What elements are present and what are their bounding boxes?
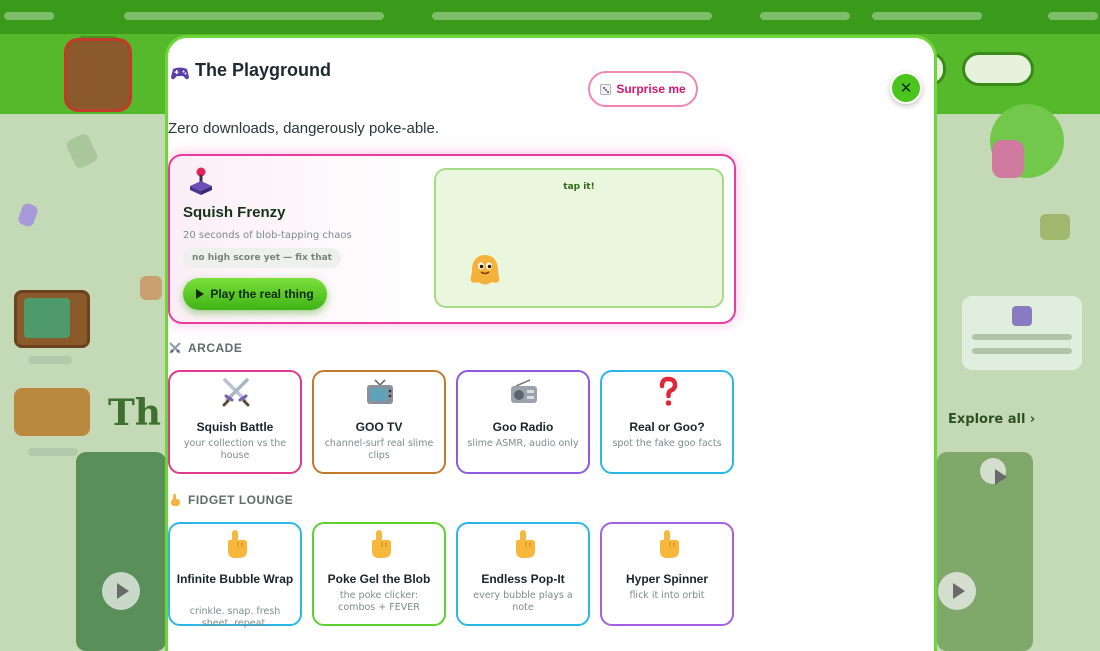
game-card-goo-tv[interactable]: GOO TV channel-surf real slime clips: [312, 370, 446, 474]
bg-explore-link: Explore all ›: [948, 412, 1036, 427]
bg-radio: [14, 388, 90, 436]
game-card-hyper-spinner[interactable]: Hyper Spinner flick it into orbit: [600, 522, 734, 626]
pointing-finger-icon: [660, 530, 679, 558]
tap-play-area[interactable]: tap it!: [434, 168, 724, 308]
game-card-title: GOO TV: [355, 420, 403, 434]
tap-hint: tap it!: [563, 182, 595, 192]
bg-ticker-item: [1048, 12, 1098, 20]
bg-video-card: [76, 452, 166, 651]
game-card-endless-pop-it[interactable]: Endless Pop-It every bubble plays a note: [456, 522, 590, 626]
game-card-title: Goo Radio: [492, 420, 554, 434]
tv-icon: [367, 379, 393, 404]
close-button[interactable]: ✕: [890, 72, 922, 104]
featured-game-description: 20 seconds of blob-tapping chaos: [183, 230, 352, 241]
dice-icon: [600, 83, 612, 95]
bg-decor-blob: [992, 140, 1024, 178]
bg-ticker-item: [4, 12, 54, 20]
pointing-finger-icon: [171, 494, 180, 506]
pointing-finger-icon: [516, 530, 535, 558]
close-icon: ✕: [899, 79, 913, 97]
game-card-title: Squish Battle: [196, 420, 274, 434]
high-score-badge: no high score yet — fix that: [183, 248, 341, 268]
game-card-description: every bubble plays a note: [473, 590, 573, 613]
playground-modal: The Playground Surprise me ✕ Zero downlo…: [165, 35, 937, 651]
bg-side-card-line: [972, 348, 1072, 354]
bg-side-card-line: [972, 334, 1072, 340]
bg-logo: [64, 38, 132, 112]
modal-subtitle: Zero downloads, dangerously poke-able.: [168, 120, 440, 137]
game-card-real-or-goo[interactable]: Real or Goo? spot the fake goo facts: [600, 370, 734, 474]
game-card-description: channel-surf real slime clips: [324, 438, 434, 461]
play-button-label: Play the real thing: [210, 287, 314, 301]
featured-game-card: Squish Frenzy 20 seconds of blob-tapping…: [168, 154, 736, 324]
game-card-goo-radio[interactable]: Goo Radio slime ASMR, audio only: [456, 370, 590, 474]
game-card-title: Real or Goo?: [629, 420, 705, 434]
game-card-infinite-bubble-wrap[interactable]: Infinite Bubble Wrap crinkle. snap. fres…: [168, 522, 302, 629]
game-card-poke-gel-the-blob[interactable]: Poke Gel the Blob the poke clicker: comb…: [312, 522, 446, 626]
fidget-lounge-section-heading: FIDGET LOUNGE: [168, 492, 293, 508]
game-card-description: your collection vs the house: [183, 438, 287, 461]
bg-ticker-item: [872, 12, 982, 20]
bg-ticker-item: [124, 12, 384, 20]
bg-play-icon: [980, 458, 1007, 485]
arcade-heading-label: ARCADE: [188, 341, 243, 355]
game-card-title: Infinite Bubble Wrap: [176, 572, 294, 586]
modal-title: The Playground: [195, 60, 332, 80]
bg-side-card-icon: [1012, 306, 1032, 326]
play-icon: [196, 289, 205, 299]
gamepad-icon: [171, 67, 189, 80]
bg-decor-item: [140, 276, 162, 300]
pointing-finger-icon: [228, 530, 247, 558]
bg-play-icon: [102, 572, 140, 610]
bg-decor-crystal: [16, 201, 40, 229]
bg-play-icon: [938, 572, 976, 610]
pointing-finger-icon: [372, 530, 391, 558]
game-card-description: spot the fake goo facts: [612, 438, 722, 449]
game-card-squish-battle[interactable]: Squish Battle your collection vs the hou…: [168, 370, 302, 474]
arcade-section-heading: ARCADE: [168, 340, 242, 356]
game-card-title: Poke Gel the Blob: [327, 572, 431, 586]
bg-header-pill: [962, 52, 1034, 86]
modal-header: The Playground Surprise me ✕: [168, 58, 934, 107]
game-card-description: crinkle. snap. fresh sheet. repeat.: [189, 606, 281, 629]
blob-target-icon[interactable]: [468, 252, 502, 286]
play-real-thing-button[interactable]: Play the real thing: [183, 278, 327, 310]
surprise-me-button[interactable]: Surprise me: [588, 71, 698, 107]
bg-ticker-item: [760, 12, 850, 20]
radio-icon: [511, 379, 537, 403]
bg-decor-icon: [1040, 214, 1070, 240]
game-card-title: Hyper Spinner: [625, 572, 709, 586]
game-card-description: the poke clicker: combos + FEVER: [338, 590, 420, 613]
game-card-title: Endless Pop-It: [481, 572, 565, 586]
bg-heading-fragment: Th: [108, 392, 161, 434]
bg-caption: [28, 356, 72, 364]
game-card-description: slime ASMR, audio only: [467, 438, 579, 449]
crossed-swords-icon: [169, 342, 181, 354]
question-mark-icon: [659, 376, 678, 406]
bg-tv-screen: [24, 298, 70, 338]
bg-caption: [28, 448, 78, 456]
bg-decor-leaf: [64, 132, 100, 170]
featured-game-title: Squish Frenzy: [183, 204, 286, 221]
surprise-me-label: Surprise me: [616, 82, 686, 96]
crossed-swords-icon: [222, 378, 250, 407]
bg-ticker: [0, 10, 1100, 24]
bg-ticker-item: [432, 12, 712, 20]
fidget-lounge-heading-label: FIDGET LOUNGE: [188, 493, 294, 507]
game-card-description: flick it into orbit: [629, 590, 705, 601]
joystick-icon: [190, 167, 212, 195]
